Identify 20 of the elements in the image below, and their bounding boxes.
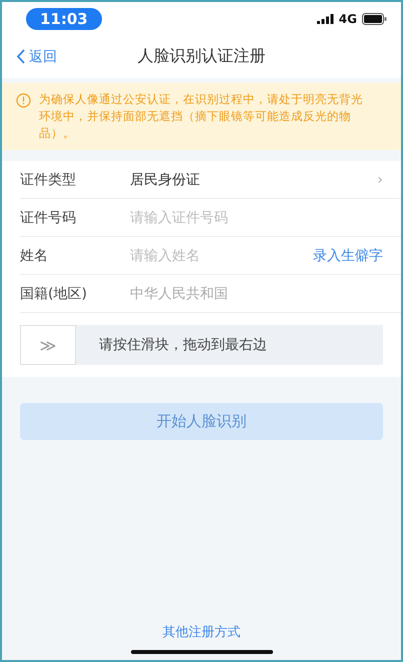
other-registration-link[interactable]: 其他注册方式 bbox=[162, 623, 240, 641]
battery-icon bbox=[362, 12, 387, 24]
chevron-icon: › bbox=[377, 172, 383, 188]
document-type-select[interactable]: 居民身份证 bbox=[130, 170, 378, 188]
notice-text: 为确保人像通过公安认证，在识别过程中，请处于明亮无背光环境中，并保持面部无遮挡（摘下眼镜等可能造成反光的物品）。 bbox=[39, 91, 364, 142]
field-label: 姓名 bbox=[20, 246, 49, 264]
field-label: 证件号码 bbox=[20, 208, 77, 226]
back-icon bbox=[16, 49, 25, 64]
back-button[interactable]: 返回 bbox=[16, 48, 57, 66]
network-label: 4G bbox=[338, 12, 357, 26]
slider-hint: 请按住滑块，拖动到最右边 bbox=[99, 336, 267, 354]
field-label: 证件类型 bbox=[20, 170, 77, 188]
rare-character-link[interactable]: 录入生僻字 bbox=[313, 246, 383, 264]
warning-icon bbox=[16, 93, 31, 108]
page-title: 人脸识别认证注册 bbox=[138, 46, 266, 67]
slider-handle[interactable]: ≫ bbox=[20, 325, 76, 365]
field-label: 国籍(地区) bbox=[20, 284, 88, 302]
field-value: 中华人民共和国 bbox=[130, 284, 229, 302]
status-time: 11:03 bbox=[26, 8, 102, 30]
signal-icon bbox=[316, 14, 334, 24]
